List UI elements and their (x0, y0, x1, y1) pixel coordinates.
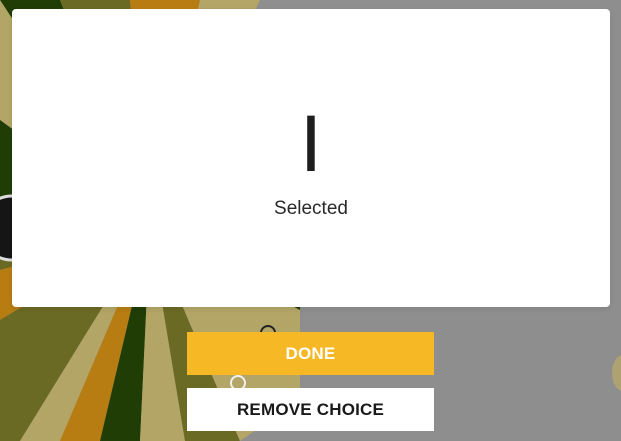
selected-label: Selected (274, 198, 348, 219)
remove-choice-button[interactable]: REMOVE CHOICE (187, 388, 434, 431)
result-modal: I Selected (12, 9, 610, 307)
done-button[interactable]: DONE (187, 332, 434, 375)
selected-choice-text: I (299, 100, 323, 189)
